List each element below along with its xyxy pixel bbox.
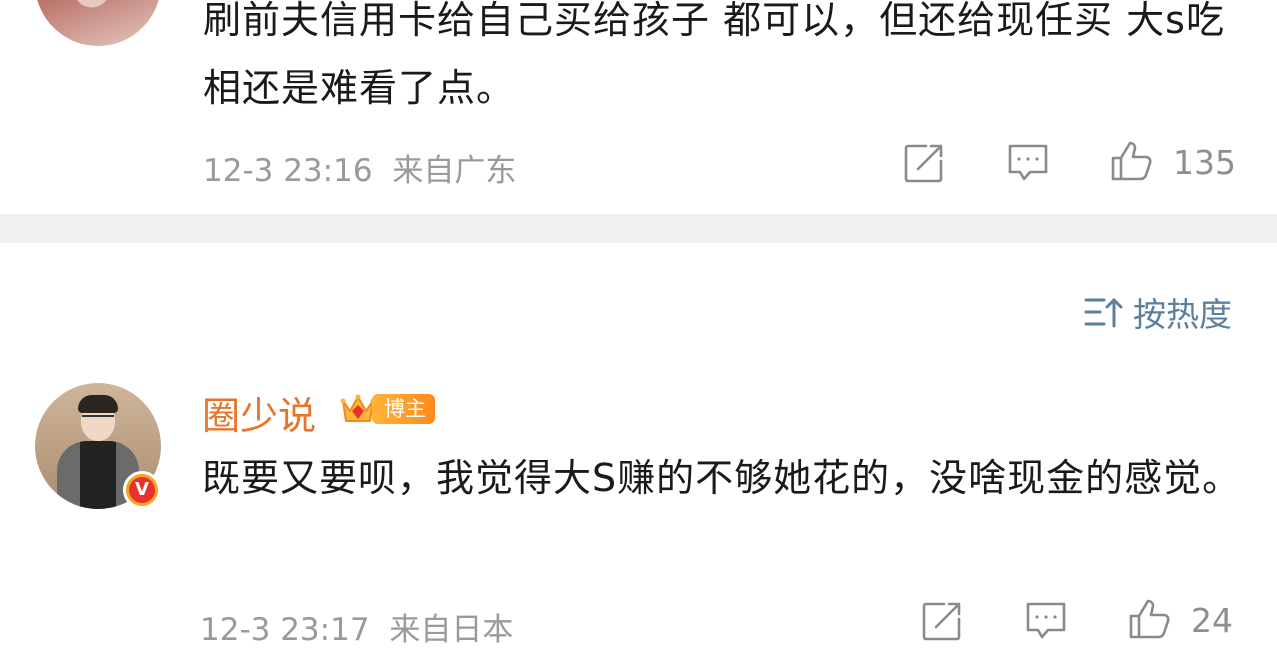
- verified-badge: V: [123, 471, 161, 509]
- like-count: 135: [1173, 143, 1236, 182]
- blogger-label: 博主: [372, 394, 435, 424]
- sort-label: 按热度: [1133, 295, 1232, 334]
- comment-location: 来自日本: [389, 612, 514, 648]
- repost-icon[interactable]: [920, 599, 964, 643]
- avatar[interactable]: [35, 0, 161, 46]
- sort-icon: [1083, 294, 1123, 330]
- comment-meta: 12-3 23:16 来自广东: [203, 145, 516, 190]
- comment-icon[interactable]: [1006, 141, 1050, 185]
- comment-time: 12-3 23:16: [203, 153, 373, 189]
- comment-meta: 12-3 23:17 来自日本: [200, 604, 513, 649]
- blogger-badge: 博主: [338, 389, 435, 429]
- comment-text: 刷前夫信用卡给自己买给孩子 都可以，但还给现任买 大s吃相还是难看了点。: [203, 0, 1225, 110]
- thumbs-up-icon[interactable]: [1128, 597, 1172, 641]
- username[interactable]: 圈少说: [202, 385, 316, 440]
- like-count: 24: [1191, 601, 1233, 640]
- repost-icon[interactable]: [902, 141, 946, 185]
- comment-time: 12-3 23:17: [200, 612, 370, 648]
- comment-icon[interactable]: [1024, 599, 1068, 643]
- thumbs-up-icon[interactable]: [1110, 139, 1154, 183]
- section-divider: [0, 214, 1277, 243]
- comment-location: 来自广东: [392, 153, 517, 189]
- comment-text: 既要又要呗，我觉得大S赚的不够她花的，没啥现金的感觉。: [202, 456, 1242, 500]
- sort-by-hot-button[interactable]: 按热度: [1083, 288, 1232, 336]
